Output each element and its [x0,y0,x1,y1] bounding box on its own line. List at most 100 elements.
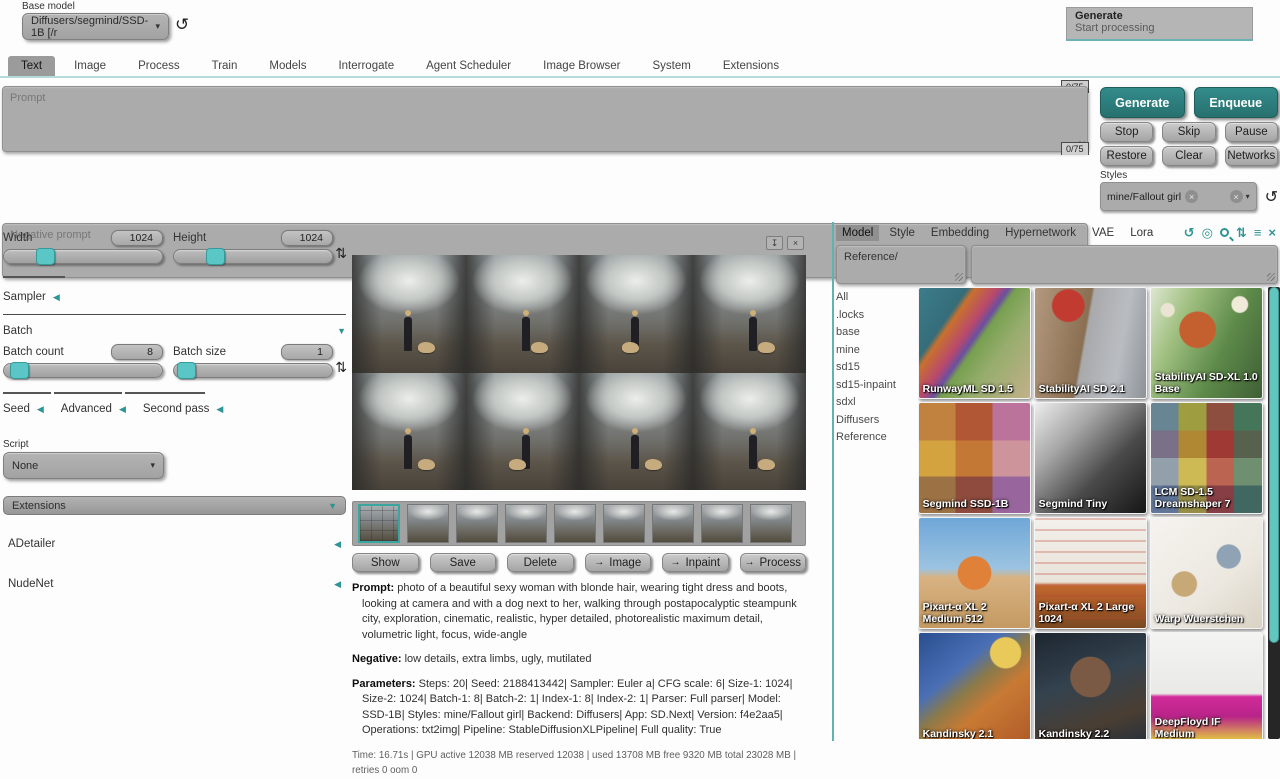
model-card[interactable]: Kandinsky 2.1 [918,632,1031,739]
batch-accordion[interactable]: Batch ▼ [3,324,346,338]
width-value[interactable]: 1024 [111,230,163,246]
height-slider[interactable] [173,249,333,264]
thumbnail[interactable] [554,504,596,543]
tab-image[interactable]: Image [61,56,119,76]
clear-button[interactable]: Clear [1162,146,1215,166]
networks-view-icon[interactable]: ≡ [1254,226,1262,239]
folder-sdxl[interactable]: sdxl [836,394,918,412]
networks-resize-icon[interactable]: ⇅ [1236,226,1247,239]
save-button[interactable]: Save [430,553,497,572]
base-model-select[interactable]: Diffusers/segmind/SSD-1B [/r ▾ [22,13,169,40]
folder-diffusers[interactable]: Diffusers [836,412,918,430]
thumbnail[interactable] [652,504,694,543]
folder-sd15[interactable]: sd15 [836,359,918,377]
networks-close-icon[interactable]: × [1268,226,1276,239]
networks-scrollbar[interactable] [1268,287,1280,739]
model-card[interactable]: Segmind Tiny [1034,402,1147,514]
model-card[interactable]: Segmind SSD-1B [918,402,1031,514]
restore-button[interactable]: Restore [1100,146,1153,166]
scrollbar-thumb[interactable] [1269,287,1279,643]
styles-refresh-icon[interactable]: ↺ [1265,187,1278,207]
script-select[interactable]: None ▾ [3,452,164,479]
send-to-image-button[interactable]: →Image [585,553,652,572]
generate-button[interactable]: Generate [1100,87,1185,118]
tab-system[interactable]: System [639,56,703,76]
tab-text[interactable]: Text [8,56,55,76]
styles-clear-icon[interactable]: × [1230,190,1243,203]
thumbnail[interactable] [701,504,743,543]
swap-dimensions-icon[interactable]: ⇅ [335,245,347,262]
advanced-accordion[interactable]: Advanced ◀ [61,403,126,415]
search-icon[interactable] [1220,228,1229,237]
send-to-process-button[interactable]: →Process [740,553,807,572]
folder-mine[interactable]: mine [836,342,918,360]
thumbnail[interactable] [750,504,792,543]
folder-base[interactable]: base [836,324,918,342]
resize-handle-icon[interactable] [955,273,963,281]
model-card[interactable]: LCM SD-1.5 Dreamshaper 7 [1150,402,1263,514]
batch-size-slider[interactable] [173,363,333,378]
tab-train[interactable]: Train [199,56,251,76]
width-slider-handle[interactable] [36,248,55,265]
sampler-accordion[interactable]: Sampler ◀ [3,290,346,304]
folder-all[interactable]: All [836,289,918,307]
networks-refresh-icon[interactable]: ↺ [1184,226,1195,239]
extensions-accordion[interactable]: Extensions ▼ [3,496,346,515]
networks-tab-embedding[interactable]: Embedding [925,225,995,241]
download-image-icon[interactable]: ↧ [766,236,783,250]
model-card[interactable]: StabilityAI SD-XL 1.0 Base [1150,287,1263,399]
adetailer-accordion[interactable]: ADetailer ◀ [3,538,346,550]
send-to-inpaint-button[interactable]: →Inpaint [662,553,729,572]
tab-models[interactable]: Models [256,56,319,76]
resize-handle-icon[interactable] [1267,273,1275,281]
batch-size-slider-handle[interactable] [177,362,196,379]
thumbnail[interactable] [505,504,547,543]
chip-remove-icon[interactable]: × [1185,190,1198,203]
nudenet-accordion[interactable]: NudeNet ◀ [3,578,346,590]
tab-agent-scheduler[interactable]: Agent Scheduler [413,56,524,76]
folder-reference[interactable]: Reference [836,429,918,447]
batch-size-value[interactable]: 1 [281,344,333,360]
tab-interrogate[interactable]: Interrogate [325,56,407,76]
model-card[interactable]: Pixart-α XL 2 Large 1024 [1034,517,1147,629]
thumbnail[interactable] [456,504,498,543]
networks-tab-vae[interactable]: VAE [1086,225,1120,241]
thumbnail[interactable] [603,504,645,543]
model-card[interactable]: Kandinsky 2.2 [1034,632,1147,739]
show-button[interactable]: Show [352,553,419,572]
networks-description-input[interactable] [979,251,1270,278]
networks-button[interactable]: Networks [1225,146,1278,166]
height-slider-handle[interactable] [206,248,225,265]
seed-accordion[interactable]: Seed ◀ [3,403,44,415]
swap-batch-icon[interactable]: ⇅ [335,359,347,376]
tab-image-browser[interactable]: Image Browser [530,56,633,76]
width-slider[interactable] [3,249,163,264]
second-pass-accordion[interactable]: Second pass ◀ [143,403,223,415]
networks-tab-style[interactable]: Style [883,225,921,241]
networks-search-input[interactable]: Reference/ [844,251,958,278]
batch-count-slider[interactable] [3,363,163,378]
folder-sd15-inpaint[interactable]: sd15-inpaint [836,377,918,395]
model-card[interactable]: DeepFloyd IF Medium [1150,632,1263,739]
enqueue-button[interactable]: Enqueue [1194,87,1279,118]
height-value[interactable]: 1024 [281,230,333,246]
prompt-input[interactable] [10,92,1080,146]
batch-count-slider-handle[interactable] [10,362,29,379]
tab-process[interactable]: Process [125,56,193,76]
networks-tab-model[interactable]: Model [836,225,879,241]
base-model-refresh-icon[interactable]: ↺ [175,15,189,35]
model-card[interactable]: Pixart-α XL 2 Medium 512 [918,517,1031,629]
stop-button[interactable]: Stop [1100,122,1153,142]
batch-count-value[interactable]: 8 [111,344,163,360]
model-card[interactable]: Warp Wuerstchen [1150,517,1263,629]
tab-extensions[interactable]: Extensions [710,56,792,76]
networks-scan-icon[interactable]: ◎ [1202,226,1213,239]
thumbnail[interactable] [407,504,449,543]
model-card[interactable]: RunwayML SD 1.5 [918,287,1031,399]
model-card[interactable]: StabilityAI SD 2.1 [1034,287,1147,399]
delete-button[interactable]: Delete [507,553,574,572]
close-image-icon[interactable]: × [787,236,804,250]
styles-select[interactable]: mine/Fallout girl × × ▾ [1100,182,1257,211]
skip-button[interactable]: Skip [1162,122,1215,142]
thumbnail-selected[interactable] [358,504,400,543]
